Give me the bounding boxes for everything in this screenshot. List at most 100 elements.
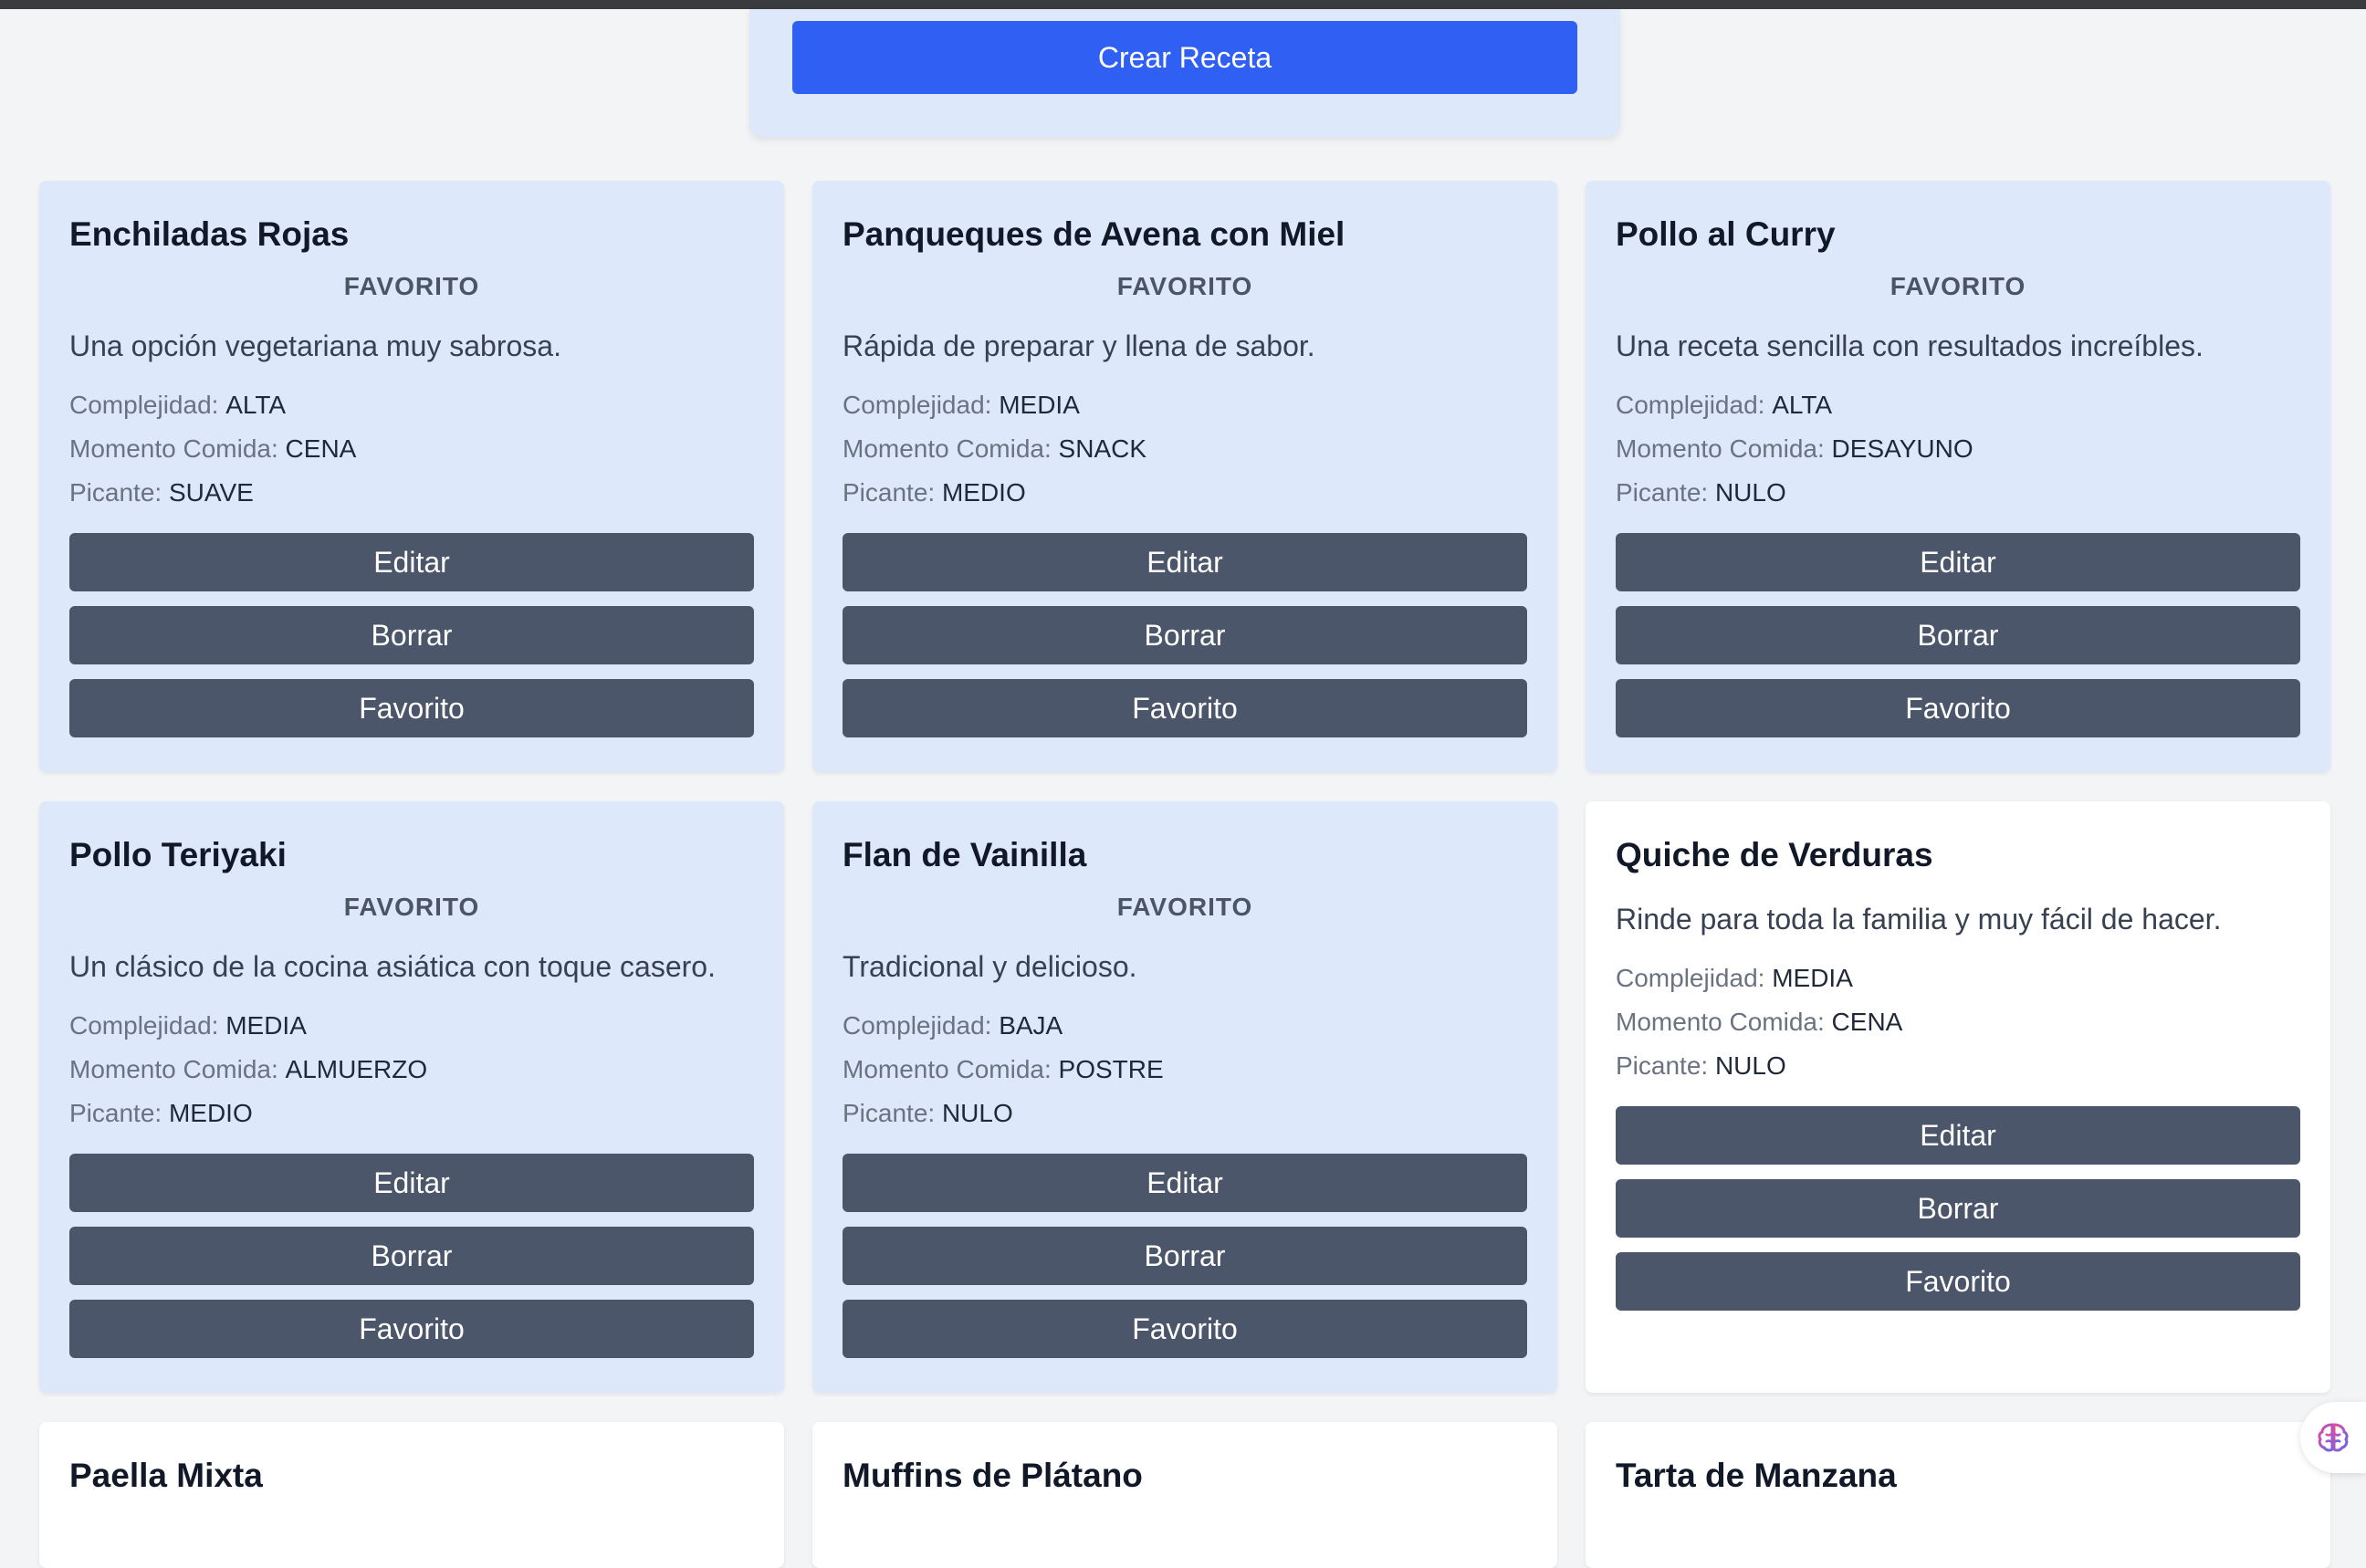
- complexity-value: MEDIA: [999, 391, 1080, 419]
- recipe-meta: Complejidad: ALTA Momento Comida: CENA Pic…: [69, 383, 754, 515]
- complexity-value: ALTA: [225, 391, 287, 419]
- spicy-value: NULO: [1714, 478, 1786, 507]
- complexity-row: Complejidad: BAJA: [843, 1004, 1527, 1048]
- complexity-value: ALTA: [1772, 391, 1833, 419]
- favorite-button[interactable]: Favorito: [69, 1300, 754, 1358]
- complexity-label: Complejidad:: [843, 1011, 992, 1040]
- recipe-description: Rinde para toda la familia y muy fácil d…: [1616, 903, 2222, 936]
- recipe-actions: Editar Borrar Favorito: [843, 1154, 1527, 1358]
- spicy-row: Picante: NULO: [1616, 1044, 2300, 1088]
- meal-time-row: Momento Comida: DESAYUNO: [1616, 427, 2300, 471]
- complexity-row: Complejidad: ALTA: [1616, 383, 2300, 427]
- meal-time-row: Momento Comida: POSTRE: [843, 1048, 1527, 1092]
- spicy-label: Picante:: [69, 1099, 162, 1127]
- spicy-value: MEDIO: [941, 478, 1026, 507]
- spicy-value: NULO: [1714, 1051, 1786, 1080]
- meal-time-value: DESAYUNO: [1831, 434, 1973, 463]
- recipe-grid: Enchiladas Rojas FAVORITO Una opción veget…: [39, 181, 2330, 1568]
- spicy-label: Picante:: [1616, 478, 1709, 507]
- recipe-title: Flan de Vainilla: [843, 836, 1087, 873]
- spicy-row: Picante: MEDIO: [69, 1092, 754, 1135]
- meal-time-value: CENA: [1831, 1008, 1903, 1036]
- spicy-row: Picante: MEDIO: [843, 471, 1527, 515]
- recipe-meta: Complejidad: ALTA Momento Comida: DESAYUN…: [1616, 383, 2300, 515]
- recipe-description: Una opción vegetariana muy sabrosa.: [69, 329, 561, 362]
- edit-button[interactable]: Editar: [69, 1154, 754, 1212]
- recipe-description: Una receta sencilla con resultados incre…: [1616, 329, 2204, 362]
- spicy-value: SUAVE: [168, 478, 254, 507]
- delete-button[interactable]: Borrar: [843, 1227, 1527, 1285]
- spicy-row: Picante: NULO: [843, 1092, 1527, 1135]
- recipe-meta: Complejidad: MEDIA Momento Comida: ALMUER…: [69, 1004, 754, 1135]
- delete-button[interactable]: Borrar: [1616, 606, 2300, 664]
- recipe-title: Muffins de Plátano: [843, 1457, 1143, 1494]
- brain-icon: [2318, 1423, 2349, 1452]
- complexity-label: Complejidad:: [69, 391, 219, 419]
- delete-button[interactable]: Borrar: [69, 606, 754, 664]
- complexity-row: Complejidad: MEDIA: [69, 1004, 754, 1048]
- recipe-card: Quiche de Verduras Rinde para toda la fam…: [1586, 801, 2330, 1393]
- meal-time-label: Momento Comida:: [1616, 434, 1825, 463]
- recipe-card: Muffins de Plátano: [812, 1422, 1557, 1568]
- delete-button[interactable]: Borrar: [69, 1227, 754, 1285]
- spicy-label: Picante:: [843, 478, 936, 507]
- complexity-row: Complejidad: MEDIA: [1616, 956, 2300, 1000]
- recipe-actions: Editar Borrar Favorito: [1616, 533, 2300, 737]
- recipe-description: Tradicional y delicioso.: [843, 950, 1137, 983]
- edit-button[interactable]: Editar: [843, 533, 1527, 591]
- recipe-title: Tarta de Manzana: [1616, 1457, 1897, 1494]
- meal-time-value: ALMUERZO: [285, 1055, 428, 1083]
- delete-button[interactable]: Borrar: [1616, 1179, 2300, 1238]
- meal-time-row: Momento Comida: SNACK: [843, 427, 1527, 471]
- top-bar: [0, 0, 2366, 9]
- recipe-card: Pollo Teriyaki FAVORITO Un clásico de la c…: [39, 801, 784, 1393]
- meal-time-row: Momento Comida: CENA: [69, 427, 754, 471]
- meal-time-value: CENA: [285, 434, 357, 463]
- recipe-form-panel: Crear Receta: [749, 9, 1620, 137]
- recipe-meta: Complejidad: BAJA Momento Comida: POSTRE P…: [843, 1004, 1527, 1135]
- favorite-badge: FAVORITO: [343, 893, 480, 921]
- recipe-description: Un clásico de la cocina asiática con toq…: [69, 950, 716, 983]
- recipe-title: Quiche de Verduras: [1616, 836, 1933, 873]
- favorite-badge: FAVORITO: [1116, 272, 1253, 300]
- recipe-actions: Editar Borrar Favorito: [1616, 1106, 2300, 1311]
- spicy-row: Picante: SUAVE: [69, 471, 754, 515]
- favorite-button[interactable]: Favorito: [843, 1300, 1527, 1358]
- spicy-label: Picante:: [843, 1099, 936, 1127]
- create-recipe-button[interactable]: Crear Receta: [792, 21, 1577, 94]
- meal-time-value: SNACK: [1058, 434, 1147, 463]
- complexity-value: MEDIA: [1772, 964, 1853, 992]
- edit-button[interactable]: Editar: [69, 533, 754, 591]
- assistant-floating-button[interactable]: [2300, 1402, 2366, 1473]
- recipe-card: Paella Mixta: [39, 1422, 784, 1568]
- meal-time-label: Momento Comida:: [843, 434, 1052, 463]
- meal-time-label: Momento Comida:: [69, 434, 278, 463]
- meal-time-value: POSTRE: [1058, 1055, 1164, 1083]
- spicy-value: NULO: [941, 1099, 1013, 1127]
- delete-button[interactable]: Borrar: [843, 606, 1527, 664]
- recipe-card: Panqueques de Avena con Miel FAVORITO Rápi…: [812, 181, 1557, 772]
- recipe-title: Pollo Teriyaki: [69, 836, 287, 873]
- recipe-actions: Editar Borrar Favorito: [69, 1154, 754, 1358]
- favorite-badge: FAVORITO: [343, 272, 480, 300]
- edit-button[interactable]: Editar: [1616, 1106, 2300, 1165]
- favorite-button[interactable]: Favorito: [843, 679, 1527, 737]
- complexity-label: Complejidad:: [1616, 964, 1765, 992]
- recipe-title: Panqueques de Avena con Miel: [843, 215, 1345, 253]
- favorite-button[interactable]: Favorito: [1616, 679, 2300, 737]
- complexity-label: Complejidad:: [843, 391, 992, 419]
- recipe-card: Pollo al Curry FAVORITO Una receta sencill…: [1586, 181, 2330, 772]
- recipe-title: Enchiladas Rojas: [69, 215, 350, 253]
- recipe-card: Enchiladas Rojas FAVORITO Una opción veget…: [39, 181, 784, 772]
- favorite-button[interactable]: Favorito: [69, 679, 754, 737]
- edit-button[interactable]: Editar: [843, 1154, 1527, 1212]
- recipe-meta: Complejidad: MEDIA Momento Comida: CENA Pi…: [1616, 956, 2300, 1088]
- favorite-button[interactable]: Favorito: [1616, 1252, 2300, 1311]
- complexity-label: Complejidad:: [69, 1011, 219, 1040]
- recipe-description: Rápida de preparar y llena de sabor.: [843, 329, 1315, 362]
- complexity-value: BAJA: [999, 1011, 1063, 1040]
- edit-button[interactable]: Editar: [1616, 533, 2300, 591]
- meal-time-row: Momento Comida: ALMUERZO: [69, 1048, 754, 1092]
- complexity-row: Complejidad: ALTA: [69, 383, 754, 427]
- favorite-badge: FAVORITO: [1890, 272, 2026, 300]
